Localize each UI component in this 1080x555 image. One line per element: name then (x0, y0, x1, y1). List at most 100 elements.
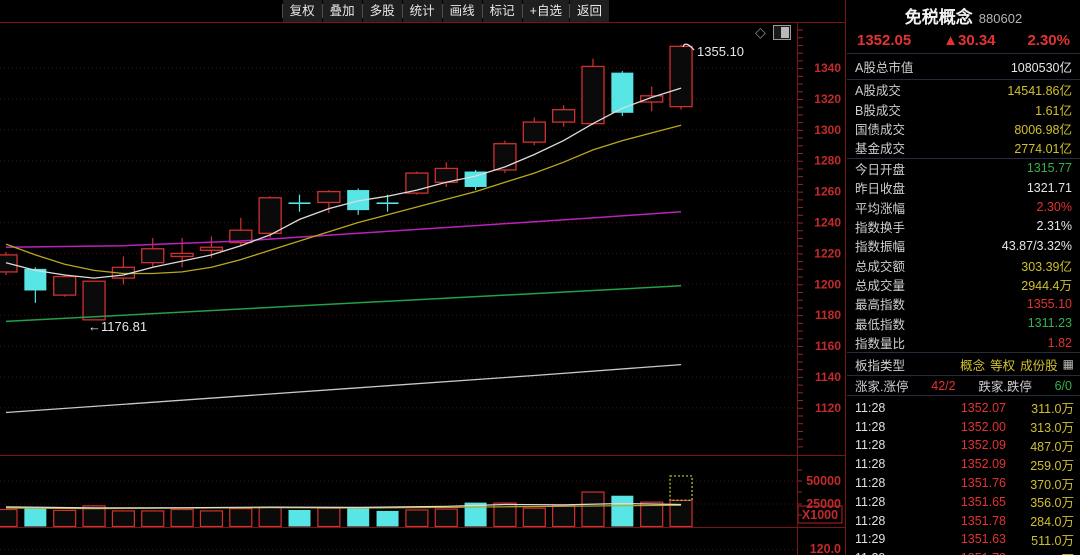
tick-volume: 259.0万 (1030, 458, 1074, 473)
info-row-value: 303.39亿 (1021, 259, 1072, 274)
info-row-value: 2774.01亿 (1014, 142, 1072, 157)
info-row: 平均涨幅 2.30% (847, 197, 1080, 216)
volume-bar (317, 507, 341, 528)
info-row-value: 1.61亿 (1035, 103, 1072, 118)
info-row-value: 1.82 (1047, 335, 1072, 350)
volume-bar (111, 510, 136, 528)
add-watchlist-button[interactable]: +自选 (522, 0, 569, 22)
info-row-value: 8006.98亿 (1014, 122, 1072, 137)
svg-text:1355.10: 1355.10 (697, 44, 744, 59)
draw-line-button[interactable]: 画线 (442, 0, 482, 22)
grid-layer (0, 67, 797, 550)
svg-text:1180: 1180 (815, 308, 841, 322)
svg-text:1340: 1340 (814, 61, 841, 75)
tick-list[interactable]: 11:28 1352.07 311.0万 11:28 1352.00 313.0万 11:2… (847, 396, 1080, 555)
security-code: 880602 (978, 11, 1023, 26)
ma-white (5, 87, 682, 279)
adjust-price-button[interactable]: 复权 (282, 0, 322, 22)
info-row: 指数换手 2.31% (847, 217, 1080, 236)
multi-stock-button[interactable]: 多股 (362, 0, 402, 22)
info-row: 昨日收盘 1321.71 (847, 178, 1080, 197)
candle (611, 72, 634, 113)
volume-bar (434, 508, 458, 528)
tick-time: 11:28 (855, 419, 886, 434)
tick-price: 1352.09 (960, 457, 1006, 472)
tick-row: 11:291351.73428.0万 (847, 549, 1080, 555)
price-summary: 1352.05 ▲30.34 2.30% (847, 28, 1080, 53)
volume-bar (229, 508, 253, 528)
volume-bar (405, 509, 429, 528)
info-row-value: 2.31% (1036, 219, 1072, 234)
tick-volume: 313.0万 (1030, 421, 1074, 436)
panel-split-icon[interactable] (772, 24, 791, 40)
board-type-link[interactable]: 成份股 (1020, 355, 1058, 374)
candle (552, 109, 576, 123)
info-row: 指数振幅 43.87/3.32% (847, 236, 1080, 255)
info-row: 总成交额 303.39亿 (847, 256, 1080, 275)
tick-price: 1351.65 (960, 494, 1006, 509)
axis-layer: 1340 1320 1300 1280 1260 1240 1220 1200 1180 1160… (797, 29, 843, 555)
info-row-value: 43.87/3.32% (1001, 238, 1072, 253)
diamond-marker-icon[interactable]: ◇ (755, 24, 766, 40)
ma-magenta (5, 210, 682, 248)
statistics-button[interactable]: 统计 (402, 0, 442, 22)
component-list-icon[interactable]: ▦ (1063, 357, 1074, 371)
info-row-label: 今日开盘 (855, 162, 906, 177)
security-name: 免税概念 (904, 8, 973, 27)
info-row-label: 指数振幅 (855, 240, 906, 255)
tick-time: 11:28 (855, 476, 886, 491)
trading-app-window: 1340 1320 1300 1280 1260 1240 1220 1200 1180 1160… (0, 0, 1080, 555)
info-row-value: 1311.23 (1027, 316, 1072, 331)
info-row-label: 指数量比 (855, 337, 906, 352)
tick-volume: 311.0万 (1031, 402, 1074, 417)
svg-text:←1176.81: ←1176.81 (88, 319, 147, 334)
svg-text:1220: 1220 (814, 246, 841, 260)
tick-row: 11:28 1352.09 259.0万 (847, 455, 1080, 474)
tick-price: 1351.78 (960, 513, 1006, 528)
tick-row: 11:28 1351.76 370.0万 (847, 474, 1080, 493)
info-row: 最高指数 1355.10 (847, 294, 1080, 313)
board-type-values: 概念 等权 成份股 ▦ (960, 355, 1074, 374)
security-header: 免税概念 880602 (847, 0, 1080, 28)
svg-text:1120: 1120 (815, 401, 841, 415)
svg-text:1300: 1300 (814, 123, 841, 137)
candle (199, 246, 224, 251)
decliners-value: 6/0 (1054, 378, 1072, 393)
back-button[interactable]: 返回 (569, 0, 609, 22)
svg-text:50000: 50000 (806, 474, 841, 488)
svg-text:1280: 1280 (814, 154, 841, 168)
ma-long-gray (5, 363, 682, 414)
kline-chart[interactable]: 1340 1320 1300 1280 1260 1240 1220 1200 1180 1160… (0, 0, 846, 555)
tick-time: 11:28 (855, 400, 886, 415)
tick-time: 11:29 (855, 532, 886, 547)
tick-volume: 284.0万 (1030, 515, 1074, 530)
volume-bar (141, 510, 165, 528)
tick-row: 11:29 1351.63 511.0万 (847, 530, 1080, 549)
overlay-button[interactable]: 叠加 (322, 0, 362, 22)
volume-bar (611, 495, 634, 527)
candle (82, 280, 106, 321)
tick-price: 1352.09 (960, 438, 1006, 453)
forming-volume-bar (669, 475, 693, 501)
chart-region: 1340 1320 1300 1280 1260 1240 1220 1200 1180 1160… (0, 0, 846, 555)
ma-layer (5, 87, 682, 510)
info-row-label: 国债成交 (855, 122, 906, 137)
info-row-label: 平均涨幅 (855, 201, 906, 216)
info-row: 最低指数 1311.23 (847, 314, 1080, 333)
info-row-label: A股总市值 (855, 61, 914, 75)
svg-text:1200: 1200 (814, 277, 841, 291)
board-type-link[interactable]: 等权 (990, 355, 1015, 374)
tick-time: 11:29 (847, 551, 903, 555)
volume-bar (288, 509, 311, 527)
ma-yellow (5, 124, 682, 275)
market-breadth-row: 涨家.涨停 42/2 跌家.跌停 6/0 (847, 376, 1080, 395)
mark-button[interactable]: 标记 (482, 0, 522, 22)
info-row-value: 1080530亿 (1010, 61, 1072, 75)
candle (493, 143, 517, 171)
info-row-value: 2.30% (1036, 200, 1072, 215)
candle (376, 202, 399, 205)
volume-layer (0, 475, 693, 528)
tick-volume: 511.0万 (1031, 533, 1074, 548)
volume-bar (170, 508, 194, 528)
board-type-link[interactable]: 概念 (960, 355, 985, 374)
